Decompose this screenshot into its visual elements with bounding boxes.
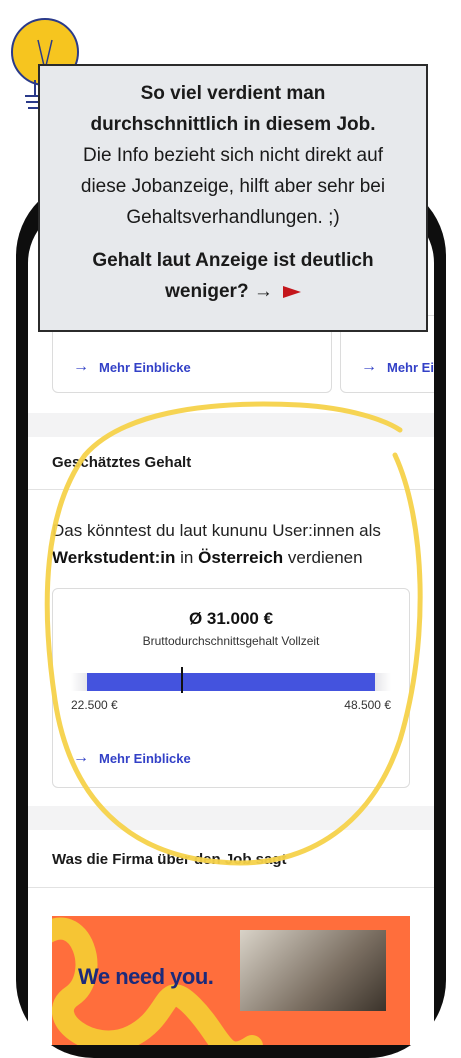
tooltip-body-line1: Die Info bezieht sich nicht direkt auf [83, 145, 383, 166]
arrow-right-icon: → [361, 358, 377, 375]
salary-min-label: 22.500 € [71, 698, 118, 712]
red-flag-icon[interactable] [282, 285, 301, 298]
tooltip-cta-line2[interactable]: weniger? → [165, 281, 273, 302]
salary-job-title: Werkstudent:in [52, 548, 176, 567]
tooltip-title-line2: durchschnittlich in diesem Job. [90, 114, 376, 135]
tooltip-body-line3: Gehaltsverhandlungen. ;) [126, 207, 340, 228]
arrow-right-icon: → [73, 358, 89, 375]
banner-photo [240, 930, 386, 1011]
divider [28, 489, 434, 490]
info-tooltip: So viel verdient man durchschnittlich in… [38, 64, 428, 332]
more-insights-label: Mehr Ei [387, 359, 434, 375]
more-insights-label: Mehr Einblicke [99, 359, 191, 375]
company-banner: We need you. [52, 916, 410, 1045]
section-separator [28, 806, 434, 830]
salary-average: Ø 31.000 € [188, 609, 274, 628]
salary-country: Österreich [198, 548, 284, 567]
more-insights-link-partial[interactable]: → Mehr Ei [361, 358, 434, 376]
salary-more-insights-link[interactable]: → Mehr Einblicke [73, 749, 191, 767]
salary-intro: Das könntest du laut kununu User:innen a… [52, 517, 412, 571]
tooltip-cta[interactable]: weniger? → [40, 276, 426, 307]
salary-section-title: Geschätztes Gehalt [52, 454, 192, 471]
salary-intro-in: in [180, 548, 194, 567]
company-section-title: Was die Firma über den Job sagt [52, 851, 287, 868]
salary-average-marker [181, 667, 183, 693]
salary-intro-prefix: Das könntest du laut kununu User:innen a… [52, 521, 381, 540]
salary-intro-suffix: verdienen [287, 548, 363, 567]
section-separator [28, 413, 434, 437]
salary-max-label: 48.500 € [344, 698, 391, 712]
tooltip-title-line1: So viel verdient man [140, 83, 326, 104]
salary-range-bar [87, 673, 375, 691]
banner-headline: We need you. [78, 964, 214, 989]
arrow-right-icon: → [73, 749, 89, 766]
salary-more-insights-label: Mehr Einblicke [99, 750, 191, 766]
more-insights-link[interactable]: → Mehr Einblicke [73, 358, 191, 376]
tooltip-body-line2: diese Jobanzeige, hilft aber sehr bei [80, 176, 386, 197]
tooltip-cta-line1[interactable]: Gehalt laut Anzeige ist deutlich [40, 245, 426, 276]
divider [28, 887, 434, 888]
salary-average-caption: Bruttodurchschnittsgehalt Vollzeit [142, 634, 320, 648]
salary-card: Ø 31.000 € Bruttodurchschnittsgehalt Vol… [52, 588, 410, 788]
